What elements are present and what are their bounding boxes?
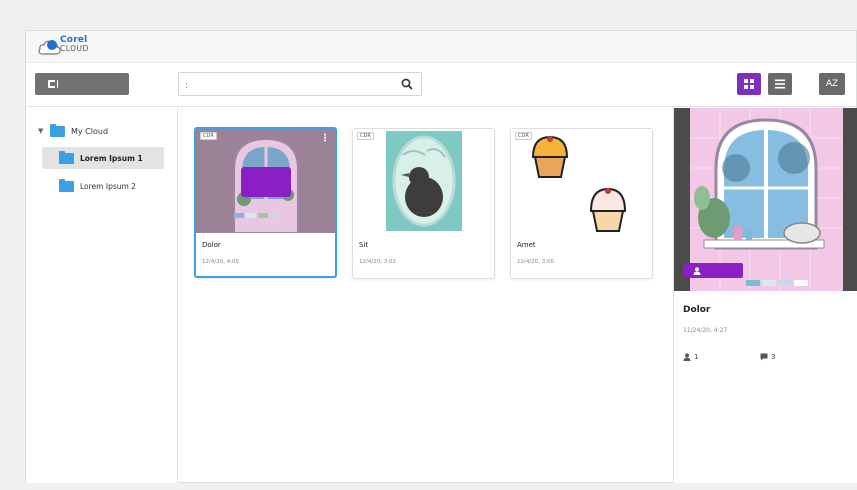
comment-icon (760, 353, 768, 361)
more-options-icon[interactable]: ⋮ (320, 133, 330, 144)
chevron-down-icon[interactable]: ▼ (38, 127, 46, 135)
comments-count-label: 3 (771, 353, 776, 361)
file-type-badge: CDR (357, 132, 374, 140)
sidebar-item-label: Lorem Ipsum 2 (80, 181, 136, 191)
file-thumbnail (196, 129, 335, 233)
file-title: Amet (517, 241, 536, 249)
brand-subtitle: CLOUD (60, 44, 89, 53)
user-icon (683, 353, 691, 361)
artwork-thumbnail-icon (511, 129, 652, 233)
search-box[interactable] (178, 72, 422, 97)
users-count-label: 1 (694, 353, 699, 361)
share-button[interactable] (683, 263, 743, 278)
file-card[interactable]: CDR Sit 12/4/20, 3:02 (352, 128, 495, 279)
new-folder-button[interactable] (35, 73, 129, 95)
file-date: 12/4/20, 3:00 (517, 259, 555, 265)
comments-count[interactable]: 3 (760, 353, 775, 361)
artwork-thumbnail-icon (353, 129, 494, 233)
sidebar-item-lorem-ipsum-1[interactable]: Lorem Ipsum 1 (42, 147, 164, 169)
file-title: Sit (359, 241, 369, 249)
sort-button[interactable]: AZ (819, 73, 845, 95)
file-type-badge: CDR (515, 132, 532, 140)
list-view-button[interactable] (768, 73, 792, 95)
corel-cloud-logo[interactable]: Corel CLOUD (38, 35, 108, 59)
details-panel: Dolor 11/24/20, 4:27 1 3 (673, 108, 857, 483)
shared-users-count[interactable]: 1 (683, 353, 698, 361)
artwork-thumbnail-icon (196, 129, 335, 233)
search-input[interactable] (179, 75, 389, 97)
folder-icon (59, 150, 74, 164)
toolbar: AZ (26, 63, 856, 107)
grid-view-button[interactable] (737, 73, 761, 95)
folder-sidebar: ▼ My Cloud Lorem Ipsum 1 Lorem Ipsum 2 (26, 108, 178, 483)
file-type-badge: CDR (200, 132, 217, 140)
file-card[interactable]: CDR Amet 12/4/20, 3:00 (510, 128, 653, 279)
corel-cloud-window: Corel CLOUD AZ (25, 30, 857, 483)
cloud-logo-icon (38, 40, 61, 55)
file-thumbnail (511, 129, 652, 233)
details-date: 11/24/20, 4:27 (683, 327, 728, 334)
user-icon (693, 266, 701, 275)
grid-icon (744, 79, 754, 89)
new-folder-icon (48, 80, 58, 88)
search-icon[interactable] (401, 78, 413, 90)
file-title: Dolor (202, 241, 221, 249)
folder-icon (50, 123, 65, 137)
app-header: Corel CLOUD (26, 31, 856, 63)
list-icon (775, 79, 785, 89)
details-title: Dolor (683, 305, 711, 315)
file-thumbnail (353, 129, 494, 233)
tree-root-my-cloud[interactable]: ▼ My Cloud (38, 123, 109, 138)
tree-root-label: My Cloud (71, 126, 109, 136)
sidebar-item-label: Lorem Ipsum 1 (80, 153, 143, 163)
file-date: 12/4/20, 3:02 (359, 259, 397, 265)
file-card[interactable]: CDR ⋮ Dolor 12/4/20, 4:05 (194, 127, 337, 278)
folder-icon (59, 178, 74, 192)
sidebar-item-lorem-ipsum-2[interactable]: Lorem Ipsum 2 (42, 175, 164, 197)
file-date: 12/4/20, 4:05 (202, 259, 240, 265)
